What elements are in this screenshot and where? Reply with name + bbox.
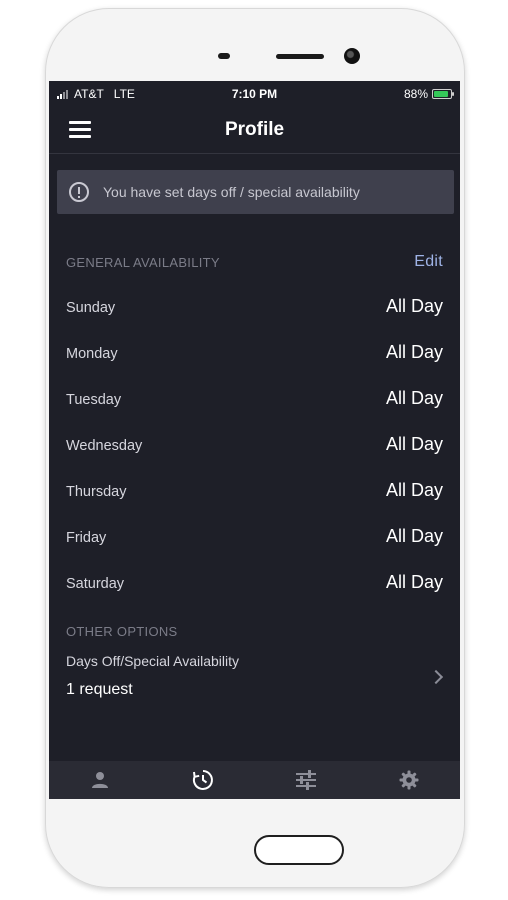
banner-message: You have set days off / special availabi… [103,184,360,200]
battery-icon [432,89,454,99]
battery-percent: 88% [403,87,428,101]
app-screen: AT&T LTE 7:10 PM 88% Profile You have se… [49,81,460,799]
edit-availability-link[interactable]: Edit [414,253,443,271]
days-off-label: Days Off/Special Availability [66,653,240,669]
day-label: Thursday [66,484,127,500]
day-label: Tuesday [66,392,122,408]
days-off-request-count: 1 request [66,681,133,698]
day-value: All Day [385,296,443,316]
day-value: All Day [385,342,443,362]
clock-icon [193,770,214,790]
availability-row-thursday: Thursday All Day [66,476,443,522]
availability-row-wednesday: Wednesday All Day [66,430,443,476]
earpiece-speaker [276,54,324,59]
gear-icon [399,770,419,790]
status-time: 7:10 PM [231,87,278,101]
battery-fill [434,91,448,97]
day-label: Wednesday [66,438,143,454]
day-label: Friday [66,530,107,546]
days-off-row[interactable]: Days Off/Special Availability 1 request [66,653,444,707]
app-header: Profile [49,107,460,154]
general-availability-heading: GENERAL AVAILABILITY [66,255,220,270]
battery-group: 88% [403,87,454,101]
bottom-tab-bar [49,761,460,799]
availability-row-saturday: Saturday All Day [66,568,443,614]
day-value: All Day [385,480,443,500]
tab-settings[interactable] [357,761,460,799]
person-icon [92,772,109,788]
tab-availability[interactable] [152,761,255,799]
status-bar: AT&T LTE 7:10 PM 88% [49,81,460,107]
chevron-right-icon [428,669,444,685]
general-availability-section: GENERAL AVAILABILITY Edit [66,253,443,271]
home-button[interactable] [254,835,344,865]
tab-profile[interactable] [49,761,152,799]
tab-preferences[interactable] [255,761,358,799]
availability-row-monday: Monday All Day [66,338,443,384]
page-title: Profile [224,119,285,140]
sensor-dot [218,53,230,59]
day-value: All Day [385,526,443,546]
day-value: All Day [385,572,443,592]
availability-row-tuesday: Tuesday All Day [66,384,443,430]
other-options-section: OTHER OPTIONS [66,624,443,639]
day-label: Saturday [66,576,125,592]
other-options-heading: OTHER OPTIONS [66,624,178,639]
sliders-icon [295,770,316,790]
availability-row-sunday: Sunday All Day [66,292,443,338]
special-availability-banner[interactable]: You have set days off / special availabi… [57,170,454,214]
day-value: All Day [385,434,443,454]
availability-list: Sunday All Day Monday All Day Tuesday Al… [66,292,443,614]
front-camera [344,48,360,64]
availability-row-friday: Friday All Day [66,522,443,568]
day-label: Monday [66,346,118,362]
day-value: All Day [385,388,443,408]
info-icon [69,182,89,202]
day-label: Sunday [66,300,116,316]
